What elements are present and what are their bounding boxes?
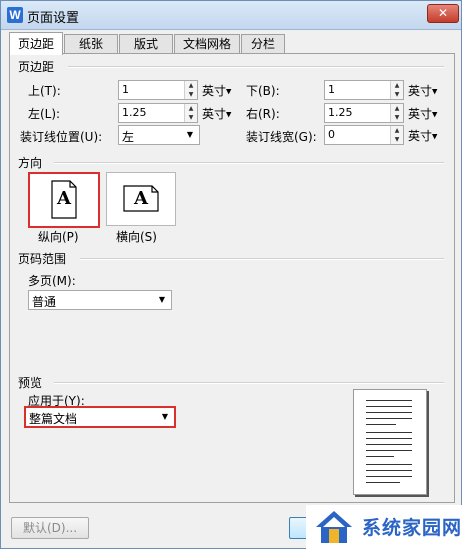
tab-layout[interactable]: 版式 bbox=[119, 34, 173, 54]
caret-down-icon: ▼ bbox=[226, 87, 232, 96]
tab-columns[interactable]: 分栏 bbox=[241, 34, 285, 54]
right-margin-value[interactable]: 1.25 bbox=[328, 106, 353, 119]
gutter-position-select[interactable]: 左 ▼ bbox=[118, 125, 200, 145]
wps-app-icon: W bbox=[7, 7, 23, 23]
gutter-position-value: 左 bbox=[122, 130, 135, 144]
caret-down-icon: ▼ bbox=[432, 110, 438, 119]
spin-down-icon[interactable]: ▼ bbox=[185, 113, 197, 122]
gutter-width-unit[interactable]: 英寸▼ bbox=[408, 127, 437, 144]
caret-down-icon: ▼ bbox=[432, 132, 438, 141]
top-margin-spinner[interactable]: 1 ▲ ▼ bbox=[118, 80, 198, 100]
gutter-position-label: 装订线位置(U): bbox=[20, 130, 103, 144]
multiple-pages-label: 多页(M): bbox=[28, 274, 76, 288]
spin-down-icon[interactable]: ▼ bbox=[391, 135, 403, 144]
left-margin-label: 左(L): bbox=[28, 107, 61, 121]
spinner-arrows[interactable]: ▲ ▼ bbox=[390, 81, 403, 99]
preview-line bbox=[366, 418, 412, 419]
spinner-arrows[interactable]: ▲ ▼ bbox=[184, 81, 197, 99]
bottom-margin-unit[interactable]: 英寸▼ bbox=[408, 82, 437, 99]
close-button[interactable]: ✕ bbox=[427, 4, 459, 23]
landscape-option[interactable]: A bbox=[106, 172, 176, 226]
caret-down-icon: ▼ bbox=[226, 110, 232, 119]
preview-line bbox=[366, 400, 412, 401]
preview-group-title: 预览 bbox=[18, 376, 43, 390]
right-margin-label: 右(R): bbox=[246, 107, 280, 121]
bottom-margin-value[interactable]: 1 bbox=[328, 83, 335, 96]
apply-to-select[interactable]: 整篇文档 ▼ bbox=[24, 406, 176, 428]
preview-line bbox=[366, 464, 412, 465]
tab-doc-grid[interactable]: 文档网格 bbox=[174, 34, 240, 54]
preview-line bbox=[366, 432, 412, 433]
bottom-margin-label: 下(B): bbox=[246, 84, 280, 98]
left-unit-text: 英寸 bbox=[202, 107, 227, 121]
spin-up-icon[interactable]: ▲ bbox=[185, 104, 197, 113]
title-bar: W 页面设置 ✕ bbox=[1, 1, 461, 30]
right-unit-text: 英寸 bbox=[408, 107, 433, 121]
gutter-unit-text: 英寸 bbox=[408, 129, 433, 143]
portrait-option[interactable]: A bbox=[28, 172, 100, 228]
preview-line bbox=[366, 470, 412, 471]
divider bbox=[80, 258, 444, 260]
caret-down-icon: ▼ bbox=[432, 87, 438, 96]
watermark: 系统家园网 bbox=[306, 505, 462, 549]
gutter-width-value[interactable]: 0 bbox=[328, 128, 335, 141]
gutter-width-label: 装订线宽(G): bbox=[246, 130, 317, 144]
spin-up-icon[interactable]: ▲ bbox=[391, 126, 403, 135]
preview-line bbox=[366, 482, 400, 483]
house-logo-icon bbox=[316, 511, 352, 543]
dialog-title: 页面设置 bbox=[27, 11, 80, 26]
page-range-group-title: 页码范围 bbox=[18, 252, 67, 266]
tab-paper[interactable]: 纸张 bbox=[64, 34, 118, 54]
chevron-down-icon: ▼ bbox=[186, 130, 193, 139]
top-unit-text: 英寸 bbox=[202, 84, 227, 98]
gutter-width-spinner[interactable]: 0 ▲ ▼ bbox=[324, 125, 404, 145]
preview-line bbox=[366, 438, 412, 439]
preview-line bbox=[366, 406, 412, 407]
margins-group-title: 页边距 bbox=[18, 60, 55, 74]
spin-up-icon[interactable]: ▲ bbox=[391, 81, 403, 90]
landscape-glyph: A bbox=[134, 188, 148, 209]
left-margin-unit[interactable]: 英寸▼ bbox=[202, 105, 231, 122]
default-button[interactable]: 默认(D)... bbox=[11, 517, 89, 539]
spinner-arrows[interactable]: ▲ ▼ bbox=[390, 126, 403, 144]
left-margin-value[interactable]: 1.25 bbox=[122, 106, 147, 119]
spin-up-icon[interactable]: ▲ bbox=[185, 81, 197, 90]
orientation-group-title: 方向 bbox=[18, 156, 43, 170]
page-setup-dialog: W 页面设置 ✕ 页边距 纸张 版式 文档网格 分栏 页边距 上(T): 1 ▲… bbox=[0, 0, 462, 549]
portrait-glyph: A bbox=[57, 188, 71, 209]
watermark-text: 系统家园网 bbox=[362, 517, 462, 539]
spin-down-icon[interactable]: ▼ bbox=[391, 113, 403, 122]
right-margin-unit[interactable]: 英寸▼ bbox=[408, 105, 437, 122]
bottom-margin-spinner[interactable]: 1 ▲ ▼ bbox=[324, 80, 404, 100]
right-margin-spinner[interactable]: 1.25 ▲ ▼ bbox=[324, 103, 404, 123]
preview-line bbox=[366, 412, 412, 413]
chevron-down-icon: ▼ bbox=[161, 412, 168, 421]
preview-line bbox=[366, 456, 394, 457]
top-margin-label: 上(T): bbox=[28, 84, 61, 98]
landscape-label[interactable]: 横向(S) bbox=[116, 228, 157, 245]
portrait-label[interactable]: 纵向(P) bbox=[38, 228, 79, 245]
spinner-arrows[interactable]: ▲ ▼ bbox=[184, 104, 197, 122]
preview-line bbox=[366, 476, 412, 477]
apply-to-value: 整篇文档 bbox=[29, 412, 78, 426]
multiple-pages-value: 普通 bbox=[32, 295, 57, 309]
spin-down-icon[interactable]: ▼ bbox=[185, 90, 197, 99]
spin-up-icon[interactable]: ▲ bbox=[391, 104, 403, 113]
spin-down-icon[interactable]: ▼ bbox=[391, 90, 403, 99]
bottom-unit-text: 英寸 bbox=[408, 84, 433, 98]
divider bbox=[68, 66, 444, 68]
preview-line bbox=[366, 424, 396, 425]
spinner-arrows[interactable]: ▲ ▼ bbox=[390, 104, 403, 122]
page-preview bbox=[353, 389, 427, 495]
preview-line bbox=[366, 444, 412, 445]
divider bbox=[54, 162, 444, 164]
divider bbox=[54, 382, 444, 384]
top-margin-value[interactable]: 1 bbox=[122, 83, 129, 96]
tab-margins[interactable]: 页边距 bbox=[9, 32, 63, 55]
multiple-pages-select[interactable]: 普通 ▼ bbox=[28, 290, 172, 310]
top-margin-unit[interactable]: 英寸▼ bbox=[202, 82, 231, 99]
chevron-down-icon: ▼ bbox=[158, 295, 165, 304]
preview-line bbox=[366, 450, 412, 451]
left-margin-spinner[interactable]: 1.25 ▲ ▼ bbox=[118, 103, 198, 123]
